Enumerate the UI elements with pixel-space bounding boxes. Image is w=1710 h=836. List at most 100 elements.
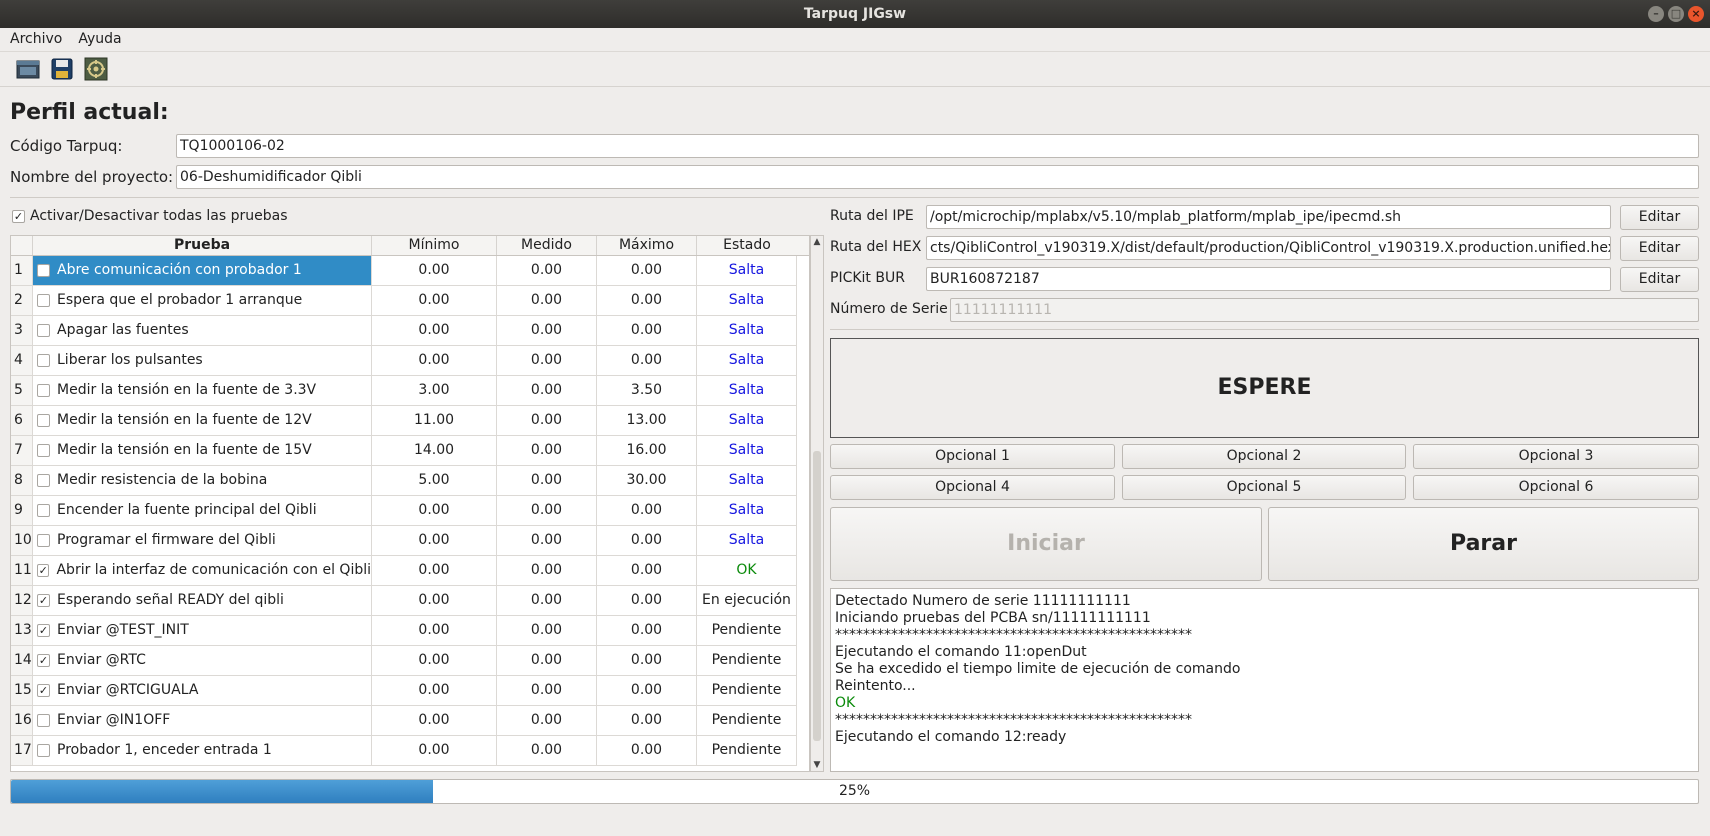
table-row[interactable]: 4 Liberar los pulsantes 0.00 0.00 0.00 Salta [11,346,809,376]
row-name-cell[interactable]: ✓ Esperando señal READY del qibli [33,586,372,616]
row-name-cell[interactable]: Liberar los pulsantes [33,346,372,376]
row-name: Medir resistencia de la bobina [57,472,268,488]
table-row[interactable]: 3 Apagar las fuentes 0.00 0.00 0.00 Salta [11,316,809,346]
ipe-path-field[interactable]: /opt/microchip/mplabx/v5.10/mplab_platfo… [926,205,1611,229]
table-row[interactable]: 13 ✓ Enviar @TEST_INIT 0.00 0.00 0.00 Pendient… [11,616,809,646]
row-name-cell[interactable]: Espera que el probador 1 arranque [33,286,372,316]
start-button[interactable]: Iniciar [830,507,1262,581]
row-name-cell[interactable]: ✓ Enviar @TEST_INIT [33,616,372,646]
minimize-icon[interactable]: – [1648,6,1664,22]
table-row[interactable]: 16 Enviar @IN1OFF 0.00 0.00 0.00 Pendiente [11,706,809,736]
stop-button[interactable]: Parar [1268,507,1699,581]
header-prueba[interactable]: Prueba [33,236,372,255]
scroll-up-icon[interactable]: ▲ [811,237,823,247]
table-row[interactable]: 6 Medir la tensión en la fuente de 12V 11.… [11,406,809,436]
row-checkbox[interactable]: ✓ [37,654,50,667]
scroll-down-icon[interactable]: ▼ [811,760,823,770]
edit-hex-button[interactable]: Editar [1620,236,1699,261]
optional-6-button[interactable]: Opcional 6 [1413,475,1699,500]
maximize-icon[interactable]: □ [1668,6,1684,22]
optional-1-button[interactable]: Opcional 1 [830,444,1115,469]
row-checkbox[interactable] [37,504,50,517]
row-name-cell[interactable]: Abre comunicación con probador 1 [33,256,372,286]
optional-3-button[interactable]: Opcional 3 [1413,444,1699,469]
table-row[interactable]: 2 Espera que el probador 1 arranque 0.00 0.… [11,286,809,316]
menu-ayuda[interactable]: Ayuda [78,31,121,47]
row-name-cell[interactable]: ✓ Enviar @RTCIGUALA [33,676,372,706]
table-row[interactable]: 9 Encender la fuente principal del Qibli 0… [11,496,809,526]
save-icon[interactable] [48,55,76,83]
table-row[interactable]: 17 Probador 1, enceder entrada 1 0.00 0.00 0… [11,736,809,766]
row-name-cell[interactable]: Enviar @IN1OFF [33,706,372,736]
optional-5-button[interactable]: Opcional 5 [1122,475,1406,500]
row-name-cell[interactable]: Encender la fuente principal del Qibli [33,496,372,526]
edit-ipe-button[interactable]: Editar [1620,205,1699,230]
toggle-all-tests[interactable]: ✓ Activar/Desactivar todas las pruebas [12,208,288,224]
row-name-cell[interactable]: Medir la tensión en la fuente de 12V [33,406,372,436]
row-measured: 0.00 [497,466,597,496]
toggle-all-checkbox[interactable]: ✓ [12,209,25,223]
header-estado[interactable]: Estado [697,236,797,255]
table-row[interactable]: 12 ✓ Esperando señal READY del qibli 0.00 0.… [11,586,809,616]
table-row[interactable]: 7 Medir la tensión en la fuente de 15V 14.… [11,436,809,466]
row-name-cell[interactable]: Programar el firmware del Qibli [33,526,372,556]
row-name-cell[interactable]: Medir la tensión en la fuente de 3.3V [33,376,372,406]
row-checkbox[interactable] [37,354,50,367]
row-checkbox[interactable]: ✓ [37,594,50,607]
pickit-label: PICKit BUR [830,270,905,286]
row-checkbox[interactable] [37,474,50,487]
close-icon[interactable]: × [1688,6,1704,22]
row-checkbox[interactable] [37,744,50,757]
scrollbar-thumb[interactable] [813,451,821,741]
row-min: 0.00 [372,646,497,676]
serial-field: 11111111111 [950,298,1699,322]
row-checkbox[interactable] [37,294,50,307]
log-output[interactable]: Detectado Numero de serie 11111111111 Ini… [830,588,1699,772]
edit-pickit-button[interactable]: Editar [1620,267,1699,292]
table-row[interactable]: 14 ✓ Enviar @RTC 0.00 0.00 0.00 Pendiente [11,646,809,676]
header-maximo[interactable]: Máximo [597,236,697,255]
row-checkbox[interactable]: ✓ [37,684,50,697]
row-name-cell[interactable]: Medir resistencia de la bobina [33,466,372,496]
row-checkbox[interactable] [37,414,50,427]
pickit-field[interactable]: BUR160872187 [926,267,1611,291]
row-checkbox[interactable] [37,384,50,397]
row-index: 8 [11,466,33,496]
row-checkbox[interactable]: ✓ [37,624,50,637]
row-name-cell[interactable]: ✓ Abrir la interfaz de comunicación con e… [33,556,372,586]
table-row[interactable]: 11 ✓ Abrir la interfaz de comunicación con… [11,556,809,586]
table-row[interactable]: 10 Programar el firmware del Qibli 0.00 0.0… [11,526,809,556]
row-checkbox[interactable] [37,324,50,337]
header-minimo[interactable]: Mínimo [372,236,497,255]
row-checkbox[interactable] [37,534,50,547]
row-max: 3.50 [597,376,697,406]
row-name: Espera que el probador 1 arranque [57,292,303,308]
header-medido[interactable]: Medido [497,236,597,255]
optional-4-button[interactable]: Opcional 4 [830,475,1115,500]
row-checkbox[interactable] [37,714,50,727]
row-name-cell[interactable]: Apagar las fuentes [33,316,372,346]
hex-path-field[interactable]: cts/QibliControl_v190319.X/dist/default/… [926,236,1611,260]
row-checkbox[interactable] [37,444,50,457]
project-field[interactable]: 06-Deshumidificador Qibli [176,165,1699,189]
row-name-cell[interactable]: Probador 1, enceder entrada 1 [33,736,372,766]
row-name-cell[interactable]: Medir la tensión en la fuente de 15V [33,436,372,466]
row-name-cell[interactable]: ✓ Enviar @RTC [33,646,372,676]
open-folder-icon[interactable] [14,55,42,83]
optional-2-button[interactable]: Opcional 2 [1122,444,1406,469]
status-display: ESPERE [830,338,1699,438]
row-checkbox[interactable]: ✓ [37,564,50,577]
settings-icon[interactable] [82,55,110,83]
window-titlebar: Tarpuq JIGsw – □ × [0,0,1710,28]
row-index: 2 [11,286,33,316]
table-row[interactable]: 5 Medir la tensión en la fuente de 3.3V 3.… [11,376,809,406]
row-checkbox[interactable] [37,264,50,277]
row-max: 0.00 [597,676,697,706]
table-scrollbar[interactable]: ▲ ▼ [810,235,824,772]
table-row[interactable]: 8 Medir resistencia de la bobina 5.00 0.00 3… [11,466,809,496]
table-row[interactable]: 15 ✓ Enviar @RTCIGUALA 0.00 0.00 0.00 Pendient… [11,676,809,706]
table-row[interactable]: 1 Abre comunicación con probador 1 0.00 0.0… [11,256,809,286]
code-field[interactable]: TQ1000106-02 [176,134,1699,158]
menu-archivo[interactable]: Archivo [10,31,62,47]
row-measured: 0.00 [497,706,597,736]
